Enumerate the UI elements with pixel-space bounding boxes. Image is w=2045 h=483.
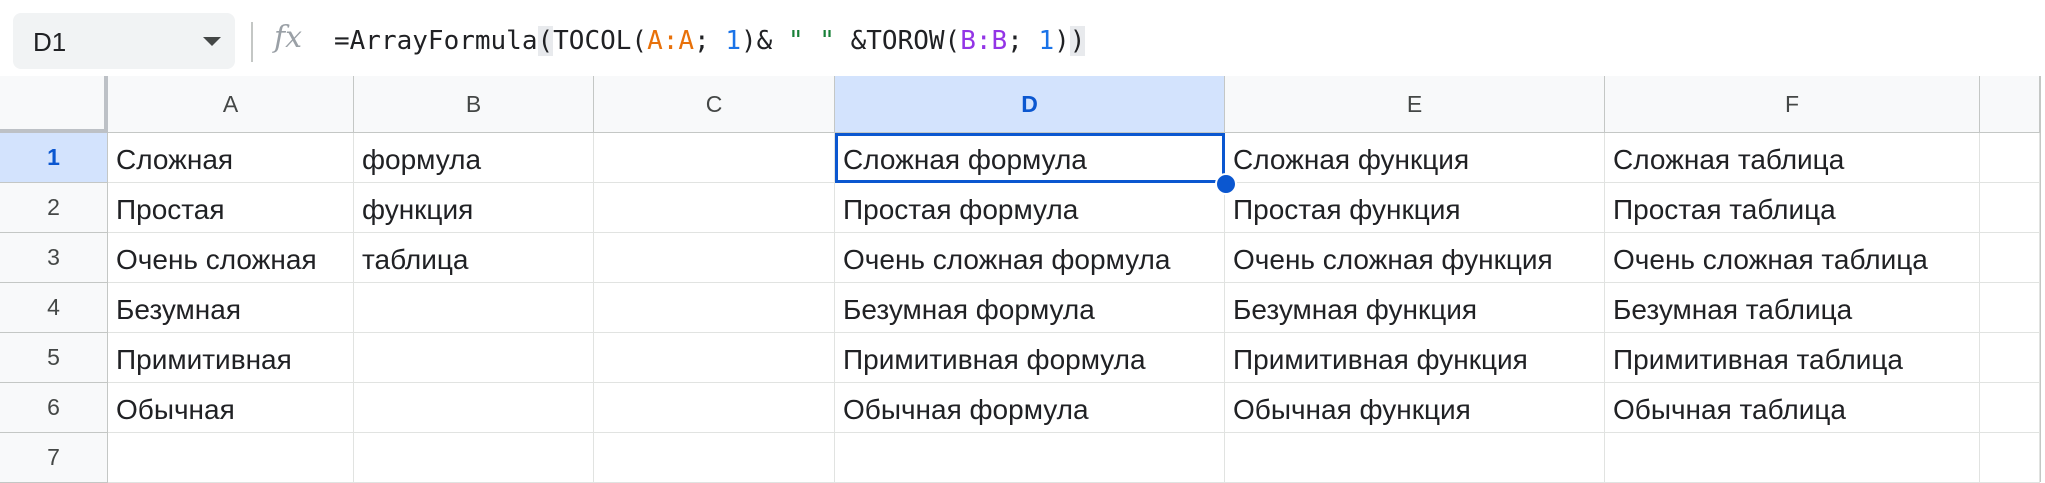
cell-e1[interactable]: Сложная функция: [1225, 133, 1605, 183]
formula-token: =ArrayFormula: [334, 26, 538, 56]
formula-token: ): [1069, 26, 1086, 56]
formula-token: 1: [725, 26, 742, 56]
cell-d2[interactable]: Простая формула: [835, 183, 1225, 233]
cell-d1[interactable]: Сложная формула: [835, 133, 1225, 183]
cell-c6[interactable]: [594, 383, 835, 433]
formula-token: &TOROW(: [834, 26, 961, 56]
name-box[interactable]: D1: [13, 13, 235, 69]
formula-token: )&: [741, 26, 788, 56]
cell-f5[interactable]: Примитивная таблица: [1605, 333, 1980, 383]
column-header-d[interactable]: D: [835, 76, 1225, 133]
formula-token: " ": [787, 26, 835, 56]
name-box-value: D1: [33, 27, 67, 57]
cell-f1[interactable]: Сложная таблица: [1605, 133, 1980, 183]
cell-d5[interactable]: Примитивная формула: [835, 333, 1225, 383]
formula-token: TOCOL(: [553, 26, 648, 56]
cell-e2[interactable]: Простая функция: [1225, 183, 1605, 233]
row-header-2[interactable]: 2: [0, 183, 108, 233]
cell-f6[interactable]: Обычная таблица: [1605, 383, 1980, 433]
fx-icon: fx: [274, 20, 303, 55]
spreadsheet-grid: ABCDEF 1234567 Сложная формула Сложная фор…: [0, 76, 2045, 483]
column-header-c[interactable]: C: [594, 76, 835, 133]
row-header-7[interactable]: 7: [0, 433, 108, 483]
cell-overflow: [1980, 433, 2040, 483]
cell-overflow: [1980, 283, 2040, 333]
cell-b5[interactable]: [354, 333, 594, 383]
formula-token: 1: [1038, 26, 1055, 56]
row-header-5[interactable]: 5: [0, 333, 108, 383]
cell-c5[interactable]: [594, 333, 835, 383]
row-header-3[interactable]: 3: [0, 233, 108, 283]
cell-e7[interactable]: [1225, 433, 1605, 483]
formula-token: ): [1054, 26, 1070, 56]
grid-right-edge: [2040, 76, 2045, 482]
cell-e6[interactable]: Обычная функция: [1225, 383, 1605, 433]
formula-token: (: [537, 26, 554, 56]
cell-a6[interactable]: Обычная: [108, 383, 354, 433]
cell-f2[interactable]: Простая таблица: [1605, 183, 1980, 233]
column-header-e[interactable]: E: [1225, 76, 1605, 133]
cell-overflow: [1980, 333, 2040, 383]
cell-c3[interactable]: [594, 233, 835, 283]
chevron-down-icon[interactable]: [203, 37, 221, 46]
cell-d7[interactable]: [835, 433, 1225, 483]
cell-c2[interactable]: [594, 183, 835, 233]
formula-token: B:B: [960, 26, 1008, 56]
cell-d3[interactable]: Очень сложная формула: [835, 233, 1225, 283]
formula-bar-divider: [251, 22, 253, 62]
cell-b6[interactable]: [354, 383, 594, 433]
cell-e4[interactable]: Безумная функция: [1225, 283, 1605, 333]
cell-b3[interactable]: таблица: [354, 233, 594, 283]
cell-overflow: [1980, 233, 2040, 283]
cell-f3[interactable]: Очень сложная таблица: [1605, 233, 1980, 283]
cell-overflow: [1980, 183, 2040, 233]
row-header-4[interactable]: 4: [0, 283, 108, 333]
cell-overflow: [1980, 383, 2040, 433]
cell-b4[interactable]: [354, 283, 594, 333]
cell-overflow: [1980, 133, 2040, 183]
cell-a1[interactable]: Сложная: [108, 133, 354, 183]
row-header-6[interactable]: 6: [0, 383, 108, 433]
cell-a2[interactable]: Простая: [108, 183, 354, 233]
formula-token: ;: [1007, 26, 1039, 56]
column-header-overflow: [1980, 76, 2040, 133]
cell-a7[interactable]: [108, 433, 354, 483]
cell-f4[interactable]: Безумная таблица: [1605, 283, 1980, 333]
cell-c7[interactable]: [594, 433, 835, 483]
cell-a4[interactable]: Безумная: [108, 283, 354, 333]
formula-bar: D1 fx =ArrayFormula(TOCOL(A:A; 1)& " " &…: [0, 0, 2045, 76]
cell-a3[interactable]: Очень сложная: [108, 233, 354, 283]
cell-d6[interactable]: Обычная формула: [835, 383, 1225, 433]
cell-b1[interactable]: формула: [354, 133, 594, 183]
column-header-f[interactable]: F: [1605, 76, 1980, 133]
cell-e3[interactable]: Очень сложная функция: [1225, 233, 1605, 283]
cell-b2[interactable]: функция: [354, 183, 594, 233]
cell-b7[interactable]: [354, 433, 594, 483]
column-header-b[interactable]: B: [354, 76, 594, 133]
cell-f7[interactable]: [1605, 433, 1980, 483]
cell-d4[interactable]: Безумная формула: [835, 283, 1225, 333]
formula-input[interactable]: =ArrayFormula(TOCOL(A:A; 1)& " " &TOROW(…: [334, 26, 1086, 56]
cell-a5[interactable]: Примитивная: [108, 333, 354, 383]
formula-token: ;: [694, 26, 726, 56]
select-all-corner[interactable]: [0, 76, 108, 133]
cell-c1[interactable]: [594, 133, 835, 183]
column-header-a[interactable]: A: [108, 76, 354, 133]
fill-handle[interactable]: [1215, 173, 1237, 195]
row-header-1[interactable]: 1: [0, 133, 108, 183]
formula-token: A:A: [647, 26, 695, 56]
cell-c4[interactable]: [594, 283, 835, 333]
cell-e5[interactable]: Примитивная функция: [1225, 333, 1605, 383]
